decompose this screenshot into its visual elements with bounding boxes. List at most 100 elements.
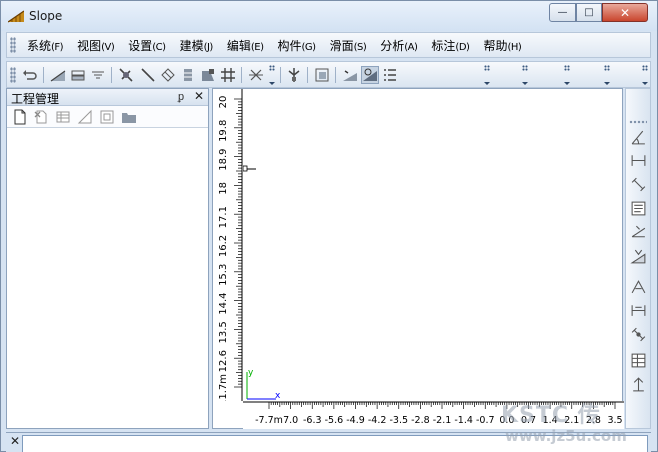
dim-aligned2-icon[interactable] (630, 326, 647, 343)
arrow-note-icon[interactable] (630, 376, 647, 393)
menu-analysis[interactable]: 分析(A) (374, 37, 425, 54)
elevation-icon[interactable] (630, 248, 647, 265)
slip-surface-icon (363, 68, 377, 81)
menu-annotation[interactable]: 标注(D) (425, 37, 477, 54)
drawing-area: 20 19.8 18.9 18 17.1 16.2 15.3 14.4 13.5 12.6 11.7… (212, 88, 624, 429)
menubar-grip[interactable] (10, 37, 16, 53)
section-icon[interactable] (77, 109, 93, 125)
delete-file-icon[interactable] (33, 109, 49, 125)
project-tree[interactable] (7, 129, 208, 428)
command-bar: ✕ (6, 432, 651, 452)
node-icon (119, 68, 133, 82)
project-panel: 工程管理 ᵱ ✕ (6, 88, 209, 429)
menu-components[interactable]: 构件(G) (271, 37, 323, 54)
menu-modeling[interactable]: 建模(J) (174, 37, 221, 54)
drawing-canvas[interactable]: yx (243, 89, 622, 401)
dim-horizontal2-icon[interactable] (630, 302, 647, 319)
panel-close-icon[interactable]: ✕ (194, 89, 204, 103)
toolbar-overflow-1[interactable] (266, 65, 277, 85)
x-tick-label: -7.7m (255, 415, 283, 426)
text-note-icon[interactable] (630, 200, 647, 217)
dim-angle-icon[interactable] (630, 129, 647, 146)
app-window: Slope — □ ✕ 系统(F) 视图(V) 设置(C) 建模(J) 编辑(E… (0, 0, 658, 452)
slip-surface-button[interactable] (361, 66, 379, 84)
water-line-button[interactable] (89, 66, 107, 84)
main-toolbar (6, 61, 651, 88)
command-input[interactable] (22, 435, 648, 452)
slope-ratio-icon[interactable] (630, 224, 647, 241)
draw-slope-button[interactable] (49, 66, 67, 84)
slip-circle-button[interactable] (341, 66, 359, 84)
x-tick-label: 2.1 (564, 415, 579, 426)
annotation-toolbar (625, 88, 651, 429)
close-button[interactable]: ✕ (602, 3, 648, 22)
project-panel-toolbar (7, 106, 208, 128)
y-tick-label: 14.4 (218, 292, 229, 314)
table-icon[interactable] (55, 109, 71, 125)
menu-bar: 系统(F) 视图(V) 设置(C) 建模(J) 编辑(E) 构件(G) 滑面(S… (6, 32, 651, 58)
menu-help[interactable]: 帮助(H) (477, 37, 529, 54)
menu-edit[interactable]: 编辑(E) (221, 37, 272, 54)
minimize-icon: — (557, 7, 568, 18)
maximize-button[interactable]: □ (576, 3, 602, 22)
menu-view[interactable]: 视图(V) (71, 37, 122, 54)
pile-button[interactable] (285, 66, 303, 84)
anchor-button[interactable] (199, 66, 217, 84)
title-bar[interactable]: Slope — □ ✕ (1, 1, 657, 31)
layout-icon[interactable] (99, 109, 115, 125)
table-note-icon[interactable] (630, 352, 647, 369)
grid-icon (221, 68, 235, 82)
command-close-icon[interactable]: ✕ (10, 434, 20, 448)
x-tick-label: 7.0 (283, 415, 298, 426)
toolbar-overflow-3[interactable] (519, 65, 530, 85)
x-tick-label: 0.0 (499, 415, 514, 426)
minimize-button[interactable]: — (549, 3, 576, 22)
undo-icon (23, 70, 37, 80)
y-tick-label: 20 (218, 96, 229, 109)
folder-icon[interactable] (121, 109, 137, 125)
toolbar-overflow-2[interactable] (481, 65, 492, 85)
dim-aligned-icon[interactable] (630, 176, 647, 193)
toolbar-separator (335, 67, 336, 83)
slip-circle-icon (343, 70, 357, 81)
close-icon: ✕ (619, 5, 631, 20)
x-tick-label: 1.4 (543, 415, 558, 426)
axis-button[interactable] (247, 66, 265, 84)
material-button[interactable] (313, 66, 331, 84)
node-button[interactable] (117, 66, 135, 84)
material-icon (315, 68, 329, 82)
x-axis-label: x (275, 391, 281, 401)
menu-settings[interactable]: 设置(C) (122, 37, 173, 54)
dim-angle2-icon[interactable] (630, 278, 647, 295)
toolbar-separator (241, 67, 242, 83)
toolbar-overflow-6[interactable] (639, 65, 650, 85)
project-panel-header[interactable]: 工程管理 ᵱ ✕ (7, 89, 208, 106)
dim-horizontal-icon[interactable] (630, 152, 647, 169)
line-button[interactable] (139, 66, 157, 84)
diagonal-hatch-button[interactable] (159, 66, 177, 84)
x-tick-label: -2.8 (411, 415, 430, 426)
undo-button[interactable] (21, 66, 39, 84)
x-tick-label: 3.5 (607, 415, 622, 426)
y-axis-label: y (248, 368, 254, 378)
pin-icon[interactable]: ᵱ (178, 90, 184, 103)
results-list-button[interactable] (381, 66, 399, 84)
y-tick-label: 18.9 (218, 148, 229, 170)
load-button[interactable] (179, 66, 197, 84)
toolbar-grip[interactable] (10, 67, 16, 83)
y-tick-label: 15.3 (218, 264, 229, 286)
line-icon (141, 68, 155, 82)
diagonal-hatch-icon (161, 68, 175, 82)
toolbar-overflow-5[interactable] (601, 65, 612, 85)
annotation-toolbar-grip[interactable] (629, 120, 647, 124)
menu-slip-surface[interactable]: 滑面(S) (324, 37, 375, 54)
menu-system[interactable]: 系统(F) (21, 37, 71, 54)
grid-button[interactable] (219, 66, 237, 84)
toolbar-overflow-4[interactable] (561, 65, 572, 85)
water-line-icon (92, 71, 104, 79)
x-tick-label: -2.1 (433, 415, 452, 426)
new-file-icon[interactable] (12, 109, 28, 125)
draw-layer-button[interactable] (69, 66, 87, 84)
pile-icon (288, 68, 300, 82)
x-tick-label: -5.6 (325, 415, 344, 426)
